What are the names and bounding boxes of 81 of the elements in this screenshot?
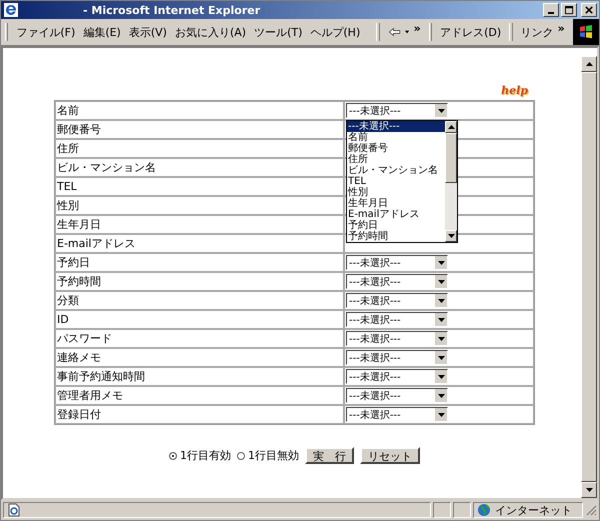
field-name-cell: 連絡メモ: [55, 348, 344, 367]
more-chevron[interactable]: »: [414, 22, 421, 35]
caret-icon: [438, 374, 444, 378]
caret-icon: [438, 108, 444, 112]
caret-icon: [438, 412, 444, 416]
field-name-cell: 予約日: [55, 253, 344, 272]
radio-label: 1行目有効: [180, 448, 231, 463]
radio-button[interactable]: [169, 452, 177, 460]
status-panel: [433, 502, 451, 518]
browser-logo-icon: [3, 2, 19, 18]
minimize-button[interactable]: [543, 3, 559, 17]
more-chevron[interactable]: »: [558, 22, 565, 35]
list-scrollbar[interactable]: [445, 121, 457, 242]
caret-icon: [438, 318, 444, 322]
field-name-cell: E-mailアドレス: [55, 234, 344, 253]
caret-icon: [438, 394, 444, 398]
field-name-cell: ビル・マンション名: [55, 158, 344, 177]
minimize-icon: [548, 12, 554, 14]
address-label[interactable]: アドレス(D): [440, 24, 502, 40]
column-select[interactable]: ---未選択---: [346, 274, 448, 289]
field-name-cell: 郵便番号: [55, 120, 344, 139]
dropdown-option[interactable]: 名前: [347, 132, 445, 143]
down-arrow-icon: [448, 234, 454, 238]
menu-item[interactable]: 表示(V): [128, 24, 167, 40]
caret-icon: [438, 298, 444, 302]
window-title: - Microsoft Internet Explorer: [83, 4, 260, 16]
links-label[interactable]: リンク: [520, 24, 554, 40]
field-name-cell: 住所: [55, 139, 344, 158]
column-select[interactable]: ---未選択---: [346, 369, 448, 384]
column-select[interactable]: ---未選択---: [346, 331, 448, 346]
windows-logo-icon: [572, 19, 599, 45]
field-name-cell: 分類: [55, 291, 344, 310]
maximize-icon: [564, 6, 574, 14]
form-button[interactable]: リセット: [360, 447, 420, 464]
column-select[interactable]: ---未選択---: [346, 350, 448, 365]
globe-icon: [477, 503, 491, 517]
field-name-cell: 事前予約通知時間: [55, 367, 344, 386]
caret-icon: [438, 280, 444, 284]
field-name-cell: 性別: [55, 196, 344, 215]
column-select[interactable]: ---未選択---: [346, 103, 448, 118]
column-select[interactable]: ---未選択---: [346, 293, 448, 308]
dropdown-option[interactable]: ---未選択---: [347, 121, 445, 132]
radio-button[interactable]: [237, 452, 245, 460]
field-name-cell: 管理者用メモ: [55, 386, 344, 405]
dropdown-option[interactable]: E-mailアドレス: [347, 209, 445, 220]
field-name-cell: 生年月日: [55, 215, 344, 234]
status-panel: [453, 502, 471, 518]
field-name-cell: パスワード: [55, 329, 344, 348]
up-arrow-icon: [586, 62, 592, 66]
dropdown-option[interactable]: 住所: [347, 154, 445, 165]
caret-icon: [438, 356, 444, 360]
field-name-cell: 予約時間: [55, 272, 344, 291]
menu-item[interactable]: ツール(T): [254, 24, 302, 40]
field-name-cell: 名前: [55, 101, 344, 120]
menu-item[interactable]: ヘルプ(H): [310, 24, 360, 40]
column-select[interactable]: ---未選択---: [346, 312, 448, 327]
page-icon: [7, 503, 21, 517]
field-name-cell: TEL: [55, 177, 344, 196]
zone-label: インターネット: [495, 502, 572, 518]
field-name-cell: ID: [55, 310, 344, 329]
radio-label: 1行目無効: [248, 448, 299, 463]
field-name-cell: 登録日付: [55, 405, 344, 424]
back-arrow-icon[interactable]: [388, 25, 402, 39]
up-arrow-icon: [448, 125, 454, 129]
resize-grip-icon[interactable]: [585, 504, 597, 516]
column-select[interactable]: ---未選択---: [346, 255, 448, 270]
caret-icon[interactable]: [405, 30, 410, 34]
help-logo[interactable]: help: [501, 84, 528, 98]
down-arrow-icon: [586, 488, 592, 492]
column-select[interactable]: ---未選択---: [346, 388, 448, 403]
caret-icon: [438, 260, 444, 264]
form-button[interactable]: 実 行: [305, 447, 354, 464]
maximize-button[interactable]: [561, 3, 577, 17]
menu-item[interactable]: ファイル(F): [16, 24, 76, 40]
close-button[interactable]: [581, 3, 597, 17]
caret-icon: [438, 336, 444, 340]
menu-item[interactable]: 編集(E): [83, 24, 121, 40]
menu-item[interactable]: お気に入り(A): [174, 24, 246, 40]
column-select[interactable]: ---未選択---: [346, 407, 448, 422]
close-icon: [584, 6, 594, 14]
dropdown-option[interactable]: 予約時間: [347, 231, 445, 242]
